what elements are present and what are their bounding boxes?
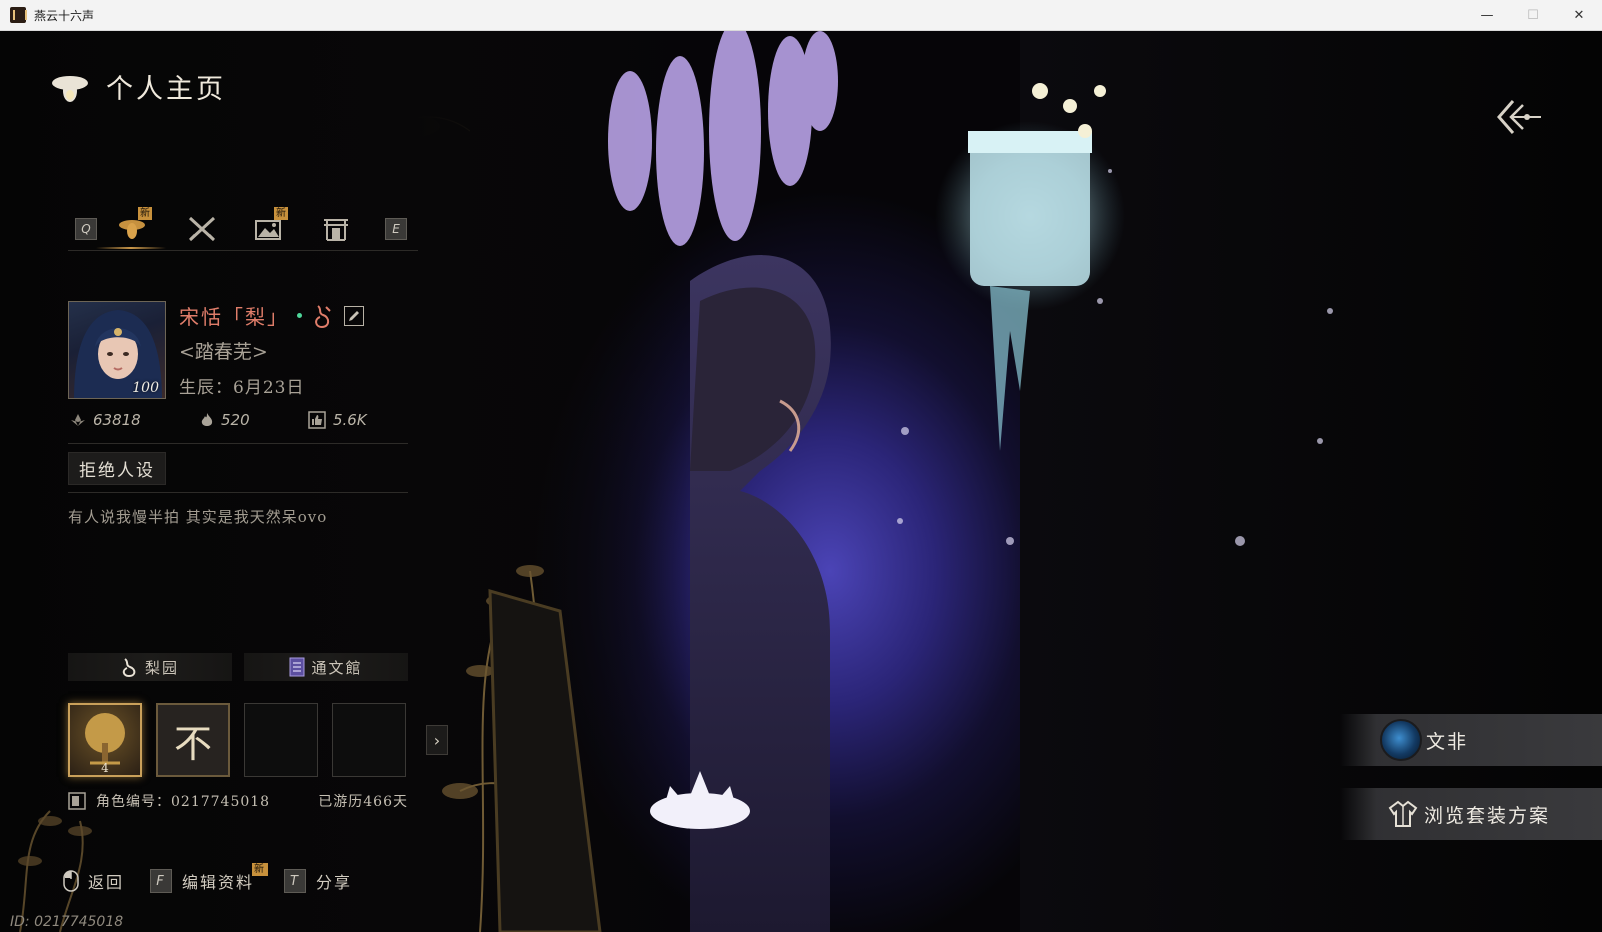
close-button[interactable]: ✕ xyxy=(1556,0,1602,31)
share-action[interactable]: T 分享 xyxy=(284,869,352,893)
lotus-icon xyxy=(71,414,85,426)
key-hint-f: F xyxy=(150,869,172,893)
tab-prev-key[interactable]: Q xyxy=(66,211,106,247)
pear-garden-icon xyxy=(315,304,331,328)
new-badge: 新 xyxy=(138,207,152,220)
badge-slot-tree[interactable]: 4 xyxy=(68,703,142,777)
profile-tabs: Q 新 新 E xyxy=(66,207,418,251)
badge-showcase: 4 不 › xyxy=(68,703,448,779)
badge-slot-empty[interactable] xyxy=(244,703,318,777)
crossed-swords-icon xyxy=(188,216,216,242)
foliage-decoration-left xyxy=(18,810,92,932)
back-arrow-icon[interactable] xyxy=(1495,97,1543,137)
affiliation-pear-garden[interactable]: 梨园 xyxy=(68,653,232,681)
avatar[interactable]: 100 xyxy=(68,301,166,399)
role-id: 角色编号：0217745018 xyxy=(68,791,270,811)
image-icon xyxy=(255,220,281,240)
page-header: 个人主页 xyxy=(50,67,226,106)
affiliation-library[interactable]: 通文館 xyxy=(244,653,408,681)
chevron-right-icon[interactable]: › xyxy=(426,725,448,755)
character-silhouette xyxy=(690,255,831,932)
affiliation-row: 梨园 通文館 xyxy=(68,653,408,681)
divider xyxy=(68,443,408,444)
mouse-icon xyxy=(63,870,79,892)
back-action[interactable]: 返回 xyxy=(60,869,124,893)
tab-album[interactable]: 新 xyxy=(248,207,288,247)
key-hint-e: E xyxy=(385,218,407,240)
tabs-divider xyxy=(68,250,418,251)
edit-name-icon[interactable] xyxy=(344,305,364,326)
player-card-button[interactable]: 文非 xyxy=(1340,714,1602,766)
tab-home[interactable] xyxy=(316,211,356,247)
player-name: 文非 xyxy=(1426,730,1469,753)
minimize-button[interactable]: — xyxy=(1464,0,1510,31)
foliage-decoration xyxy=(442,565,602,932)
birthday: 生辰：6月23日 xyxy=(179,378,305,398)
player-id: ID: 0217745018 xyxy=(10,914,124,930)
divider xyxy=(68,492,408,493)
id-card-icon[interactable] xyxy=(68,792,86,810)
badge-slot-empty[interactable] xyxy=(332,703,406,777)
level-label: 100 xyxy=(132,380,159,396)
guild-name[interactable]: <踏春芜> xyxy=(179,337,268,364)
character-name: 宋恬「梨」 xyxy=(179,305,289,329)
new-badge: 新 xyxy=(252,863,269,876)
library-icon xyxy=(289,657,305,677)
firefly-icon xyxy=(52,75,88,102)
app-icon xyxy=(10,7,27,23)
tab-next-key[interactable]: E xyxy=(376,211,416,247)
tab-combat[interactable] xyxy=(182,211,222,247)
page-title: 个人主页 xyxy=(106,74,226,105)
outfit-icon xyxy=(1388,800,1418,827)
info-row: 角色编号：0217745018 已游历466天 xyxy=(68,791,408,815)
edit-profile-action[interactable]: F 编辑资料 新 xyxy=(150,863,269,893)
window-titlebar: 燕云十六声 — ☐ ✕ xyxy=(0,0,1602,31)
key-hint-q: Q xyxy=(75,218,97,240)
gate-icon xyxy=(324,219,348,241)
signature-text: 有人说我慢半拍 其实是我天然呆ovo xyxy=(68,508,328,526)
browse-outfits-button[interactable]: 浏览套装方案 xyxy=(1340,788,1602,840)
wisteria-decoration xyxy=(608,31,838,246)
personality-tag[interactable]: 拒绝人设 xyxy=(68,452,166,485)
maximize-button[interactable]: ☐ xyxy=(1510,0,1556,31)
tab-profile[interactable]: 新 xyxy=(112,207,152,247)
player-orb-avatar xyxy=(1380,719,1422,761)
window-title: 燕云十六声 xyxy=(34,8,95,23)
game-viewport: 个人主页 Q 新 新 E 100 宋恬「梨」 <踏春芜> 生辰：6月23日 63… xyxy=(0,31,1602,932)
stat-heat: 520 xyxy=(200,411,250,429)
badge-count: 4 xyxy=(101,761,109,775)
stats-row: 63818 520 5.6K xyxy=(68,411,408,435)
key-hint-t: T xyxy=(284,869,306,893)
new-badge: 新 xyxy=(274,207,288,220)
window-controls: — ☐ ✕ xyxy=(1464,0,1602,31)
name-row: 宋恬「梨」 xyxy=(179,301,364,330)
thumbs-up-icon xyxy=(308,411,326,429)
active-tab-indicator xyxy=(96,247,166,249)
pear-garden-icon xyxy=(122,658,136,677)
stat-likes[interactable]: 5.6K xyxy=(308,411,367,429)
badge-slot-character[interactable]: 不 xyxy=(156,703,230,777)
lantern-decoration xyxy=(935,83,1125,451)
stat-popularity: 63818 xyxy=(70,411,141,429)
days-traveled: 已游历466天 xyxy=(318,794,408,810)
flame-icon xyxy=(201,413,213,426)
online-status-dot xyxy=(297,313,302,318)
